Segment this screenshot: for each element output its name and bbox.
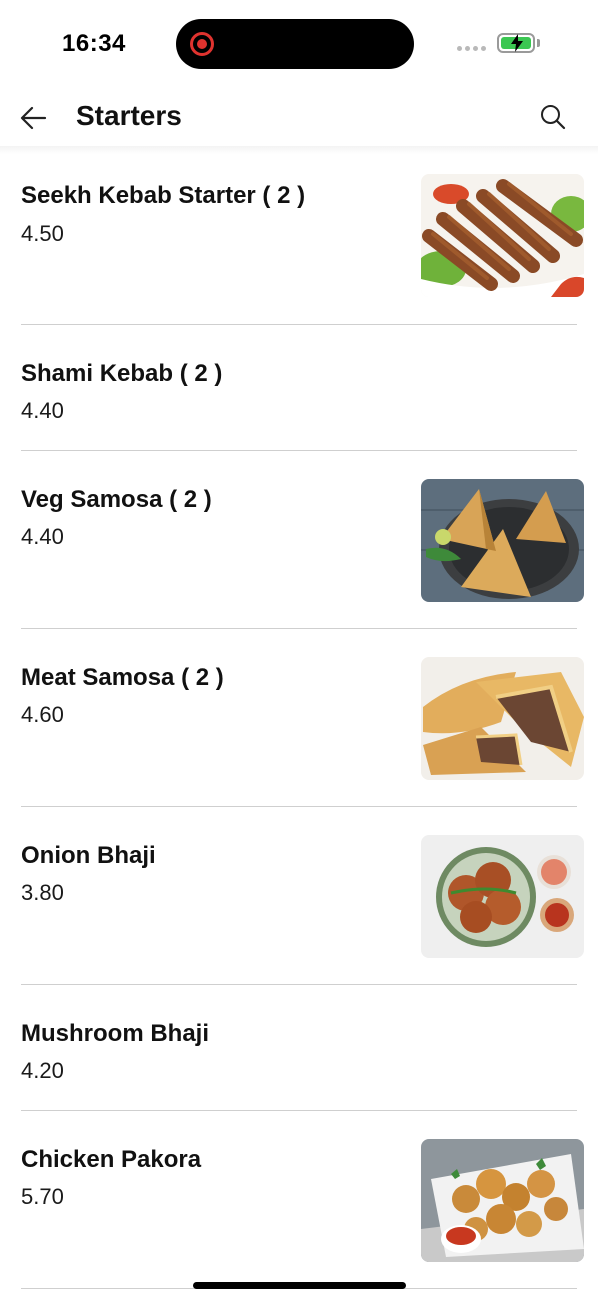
home-indicator[interactable] (193, 1282, 406, 1289)
item-name: Meat Samosa ( 2 ) (21, 664, 224, 691)
search-icon (541, 105, 566, 130)
item-name: Mushroom Bhaji (21, 1020, 210, 1047)
item-name: Chicken Pakora (21, 1146, 202, 1173)
menu-item-veg-samosa[interactable]: Veg Samosa ( 2 ) 4.40 (0, 451, 598, 629)
search-button[interactable] (538, 102, 568, 132)
item-price: 3.80 (21, 880, 64, 905)
item-name: Onion Bhaji (21, 842, 156, 869)
item-image-meat-samosa (421, 657, 584, 780)
menu-item-mushroom-bhaji[interactable]: Mushroom Bhaji 4.20 (0, 985, 598, 1111)
item-name: Shami Kebab ( 2 ) (21, 360, 223, 387)
battery-charging-icon (497, 33, 535, 53)
menu-item-chicken-pakora[interactable]: Chicken Pakora 5.70 (0, 1111, 598, 1289)
item-price: 4.40 (21, 524, 64, 549)
item-image-onion-bhaji (421, 835, 584, 958)
page-title: Starters (76, 100, 182, 131)
item-price: 5.70 (21, 1184, 64, 1209)
cellular-signal-icon (457, 46, 486, 51)
menu-item-list: Seekh Kebab Starter ( 2 ) 4.50 Shami Keb… (0, 150, 598, 1289)
status-bar: 16:34 (0, 0, 598, 90)
item-name: Seekh Kebab Starter ( 2 ) (21, 182, 306, 209)
menu-item-onion-bhaji[interactable]: Onion Bhaji 3.80 (0, 807, 598, 985)
item-image-seekh-kebab (421, 174, 584, 297)
item-price: 4.50 (21, 221, 64, 246)
battery-tip (537, 39, 540, 47)
status-time: 16:34 (62, 30, 126, 57)
screen-record-icon (190, 32, 214, 56)
item-price: 4.60 (21, 702, 64, 727)
menu-item-meat-samosa[interactable]: Meat Samosa ( 2 ) 4.60 (0, 629, 598, 807)
item-image-veg-samosa (421, 479, 584, 602)
item-price: 4.20 (21, 1058, 64, 1083)
menu-item-seekh-kebab[interactable]: Seekh Kebab Starter ( 2 ) 4.50 (0, 150, 598, 325)
nav-header: Starters (0, 90, 598, 146)
back-arrow-icon (20, 106, 47, 130)
back-button[interactable] (18, 102, 50, 134)
item-price: 4.40 (21, 398, 64, 423)
item-name: Veg Samosa ( 2 ) (21, 486, 212, 513)
menu-item-shami-kebab[interactable]: Shami Kebab ( 2 ) 4.40 (0, 325, 598, 451)
dynamic-island (176, 19, 414, 69)
item-image-chicken-pakora (421, 1139, 584, 1262)
